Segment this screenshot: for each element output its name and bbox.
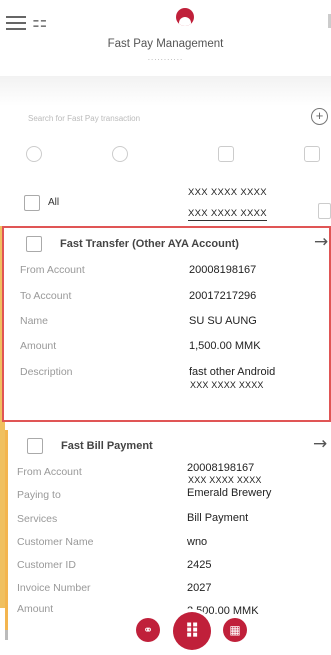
qr-icon: ▦ xyxy=(229,623,241,637)
masked-text: XXX XXXX XXXX xyxy=(188,475,262,485)
card-checkbox[interactable] xyxy=(27,438,43,454)
row-value: 2027 xyxy=(187,582,212,594)
filter-icon-row xyxy=(0,140,331,168)
transaction-card[interactable]: Fast Transfer (Other AYA Account) → From… xyxy=(2,226,331,422)
grid-menu-icon: ⠿ xyxy=(184,619,200,643)
transfer-filter-icon[interactable] xyxy=(26,146,42,162)
row-value: Emerald Brewery xyxy=(187,487,272,499)
card-checkbox[interactable] xyxy=(26,236,42,252)
qr-fab-button[interactable]: ▦ xyxy=(223,618,247,642)
row-label: From Account xyxy=(20,264,85,276)
delete-icon[interactable] xyxy=(318,203,331,219)
row-label: To Account xyxy=(20,290,72,302)
row-label: Description xyxy=(20,366,73,378)
row-value: wno xyxy=(187,536,208,548)
topup-filter-icon[interactable] xyxy=(218,146,234,162)
card-title: Fast Bill Payment xyxy=(61,440,153,452)
row-value: 20008198167 xyxy=(187,462,255,474)
document-filter-icon[interactable] xyxy=(304,146,320,162)
row-value: SU SU AUNG xyxy=(189,315,257,327)
row-value: fast other Android xyxy=(189,366,276,378)
transaction-card[interactable]: Fast Bill Payment → From Account 2000819… xyxy=(5,430,331,630)
row-value: 20017217296 xyxy=(189,290,257,302)
page-title: Fast Pay Management xyxy=(107,38,224,50)
hamburger-menu-icon[interactable] xyxy=(6,16,26,32)
row-label: From Account xyxy=(17,466,82,478)
bank-logo xyxy=(176,8,194,26)
row-label: Amount xyxy=(20,340,57,352)
masked-text: XXX XXXX XXXX xyxy=(188,208,267,221)
select-all-label: All xyxy=(48,197,60,208)
masked-text: XXX XXXX XXXX xyxy=(188,187,267,198)
add-icon[interactable]: + xyxy=(311,108,328,125)
fast-pay-screen: ⚏ Fast Pay Management ........... + All … xyxy=(0,0,331,655)
row-value: 2425 xyxy=(187,559,212,571)
language-icon[interactable]: ⚏ xyxy=(32,12,47,32)
arrow-right-icon[interactable]: → xyxy=(314,232,328,252)
row-label: Customer Name xyxy=(17,536,94,548)
row-label: Services xyxy=(17,513,58,525)
row-label: Amount xyxy=(17,603,54,615)
transfer-fab-button[interactable]: ⚭ xyxy=(136,618,160,642)
search-bar: + xyxy=(0,108,331,134)
select-all-checkbox[interactable] xyxy=(24,195,40,211)
select-all-row: All XXX XXXX XXXX XXX XXXX XXXX xyxy=(0,183,331,223)
row-value: 1,500.00 MMK xyxy=(189,340,261,352)
transfer-icon: ⚭ xyxy=(142,623,154,637)
row-label: Paying to xyxy=(17,489,61,501)
row-label: Customer ID xyxy=(17,559,76,571)
row-value: Bill Payment xyxy=(187,512,249,524)
bill-filter-icon[interactable] xyxy=(112,146,128,162)
header-divider xyxy=(0,76,331,106)
page-subtitle: ........... xyxy=(147,53,184,62)
masked-text: XXX XXXX XXXX xyxy=(190,380,264,390)
row-value: 20008198167 xyxy=(189,264,257,276)
arrow-right-icon[interactable]: → xyxy=(313,434,327,454)
card-title: Fast Transfer (Other AYA Account) xyxy=(60,238,239,250)
main-menu-fab-button[interactable]: ⠿ xyxy=(173,612,211,650)
search-input[interactable] xyxy=(28,114,278,123)
row-label: Name xyxy=(20,315,49,327)
row-label: Invoice Number xyxy=(17,582,91,594)
